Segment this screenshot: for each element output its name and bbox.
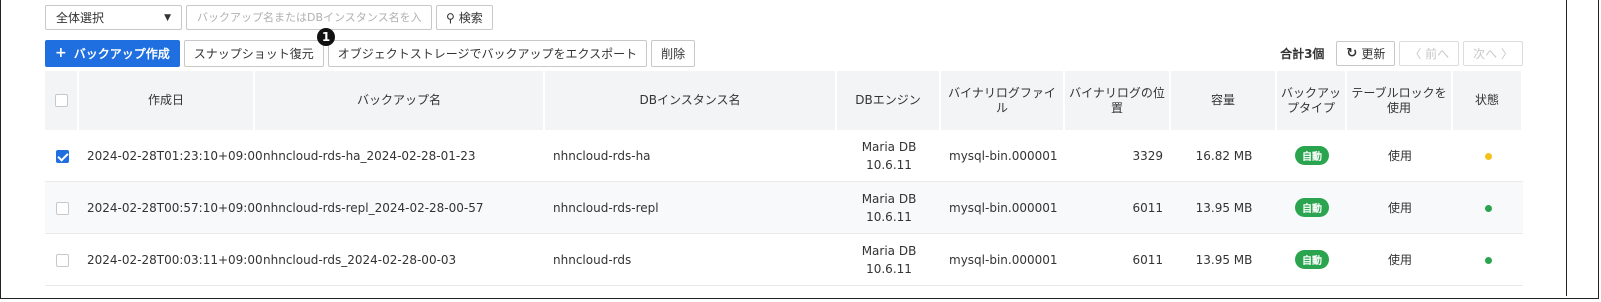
instance-name-cell: nhncloud-rds — [545, 234, 837, 286]
header-select-all — [45, 71, 79, 130]
backup-type-cell: 自動 — [1277, 130, 1347, 182]
backup-name-cell: nhncloud-rds-ha_2024-02-28-01-23 — [255, 130, 545, 182]
instance-name-cell: nhncloud-rds-repl — [545, 182, 837, 234]
delete-button[interactable]: 削除 — [651, 39, 696, 67]
next-page-button[interactable]: 次へ 〉 — [1463, 40, 1523, 66]
refresh-icon: ↻ — [1346, 45, 1358, 61]
table-lock-cell: 使用 — [1347, 234, 1453, 286]
row-select-cell — [45, 182, 79, 234]
engine-cell: Maria DB 10.6.11 — [837, 130, 941, 182]
instance-name-cell: nhncloud-rds-ha — [545, 130, 837, 182]
search-icon: ⚲ — [446, 10, 455, 25]
engine-cell: Maria DB 10.6.11 — [837, 182, 941, 234]
status-dot-icon — [1484, 152, 1492, 160]
create-backup-label: バックアップ作成 — [73, 46, 170, 61]
callout-marker: 1 — [317, 28, 335, 46]
snapshot-restore-button[interactable]: スナップショット復元 — [183, 39, 324, 67]
backup-type-badge: 自動 — [1295, 198, 1329, 217]
table-lock-cell: 使用 — [1347, 182, 1453, 234]
header-backup-name[interactable]: バックアップ名 — [255, 71, 545, 130]
status-dot-icon — [1484, 204, 1492, 212]
row-checkbox[interactable] — [55, 201, 69, 215]
refresh-label: 更新 — [1361, 46, 1386, 61]
create-backup-button[interactable]: + バックアップ作成 — [45, 39, 180, 67]
header-engine[interactable]: DBエンジン — [837, 71, 941, 130]
search-bar: 全体選択 ▼ ⚲ 検索 — [45, 4, 493, 31]
row-checkbox[interactable] — [55, 149, 69, 163]
row-select-cell — [45, 130, 79, 182]
backup-type-cell: 自動 — [1277, 234, 1347, 286]
table-row[interactable]: 2024-02-28T01:23:10+09:00 nhncloud-rds-h… — [45, 130, 1523, 182]
panel-divider — [1566, 0, 1567, 296]
table-header-row: 作成日 バックアップ名 DBインスタンス名 DBエンジン バイナリログファイル … — [45, 71, 1523, 130]
created-cell: 2024-02-28T00:57:10+09:00 — [79, 182, 263, 234]
backup-type-badge: 自動 — [1295, 250, 1329, 269]
search-button-label: 検索 — [458, 11, 483, 25]
header-binlog-file[interactable]: バイナリログファイル — [941, 71, 1065, 130]
binlog-position-cell: 6011 — [1065, 234, 1171, 286]
backup-type-badge: 自動 — [1295, 146, 1329, 165]
binlog-file-cell: mysql-bin.000001 — [941, 234, 1065, 286]
row-select-cell — [45, 234, 79, 286]
status-dot-icon — [1484, 256, 1492, 264]
size-cell: 16.82 MB — [1171, 130, 1277, 182]
status-cell — [1453, 130, 1523, 182]
header-binlog-position[interactable]: バイナリログの位置 — [1065, 71, 1171, 130]
size-cell: 13.95 MB — [1171, 182, 1277, 234]
header-instance-name[interactable]: DBインスタンス名 — [545, 71, 837, 130]
backup-type-cell: 自動 — [1277, 182, 1347, 234]
chevron-down-icon: ▼ — [164, 12, 171, 23]
binlog-file-cell: mysql-bin.000001 — [941, 182, 1065, 234]
header-size[interactable]: 容量 — [1171, 71, 1277, 130]
header-created[interactable]: 作成日 — [79, 71, 255, 130]
engine-cell: Maria DB 10.6.11 — [837, 234, 941, 286]
header-status[interactable]: 状態 — [1453, 71, 1523, 130]
binlog-position-cell: 6011 — [1065, 182, 1171, 234]
search-button[interactable]: ⚲ 検索 — [436, 5, 493, 30]
filter-select-value: 全体選択 — [56, 11, 105, 25]
export-backup-button[interactable]: オブジェクトストレージでバックアップをエクスポート — [327, 39, 648, 67]
refresh-button[interactable]: ↻ 更新 — [1336, 40, 1396, 66]
backup-name-cell: nhncloud-rds-repl_2024-02-28-00-57 — [255, 182, 545, 234]
list-controls: 合計3個 ↻ 更新 〈 前へ 次へ 〉 — [1280, 39, 1523, 67]
row-checkbox[interactable] — [55, 253, 69, 267]
header-backup-type[interactable]: バックアップタイプ — [1277, 71, 1347, 130]
backup-table: 作成日 バックアップ名 DBインスタンス名 DBエンジン バイナリログファイル … — [45, 71, 1523, 286]
filter-select[interactable]: 全体選択 ▼ — [45, 5, 182, 30]
created-cell: 2024-02-28T01:23:10+09:00 — [79, 130, 263, 182]
created-cell: 2024-02-28T00:03:11+09:00 — [79, 234, 263, 286]
backup-name-cell: nhncloud-rds_2024-02-28-00-03 — [255, 234, 545, 286]
binlog-position-cell: 3329 — [1065, 130, 1171, 182]
table-lock-cell: 使用 — [1347, 130, 1453, 182]
status-cell — [1453, 234, 1523, 286]
size-cell: 13.95 MB — [1171, 234, 1277, 286]
prev-page-button[interactable]: 〈 前へ — [1399, 40, 1460, 66]
table-row[interactable]: 2024-02-28T00:57:10+09:00 nhncloud-rds-r… — [45, 182, 1523, 234]
binlog-file-cell: mysql-bin.000001 — [941, 130, 1065, 182]
table-row[interactable]: 2024-02-28T00:03:11+09:00 nhncloud-rds_2… — [45, 234, 1523, 286]
total-count: 合計3個 — [1280, 46, 1325, 61]
select-all-checkbox[interactable] — [54, 94, 68, 107]
plus-icon: + — [55, 45, 67, 61]
search-input[interactable] — [186, 5, 432, 30]
status-cell — [1453, 182, 1523, 234]
header-table-lock[interactable]: テーブルロックを使用 — [1347, 71, 1453, 130]
action-toolbar: + バックアップ作成 スナップショット復元 オブジェクトストレージでバックアップ… — [45, 39, 696, 67]
